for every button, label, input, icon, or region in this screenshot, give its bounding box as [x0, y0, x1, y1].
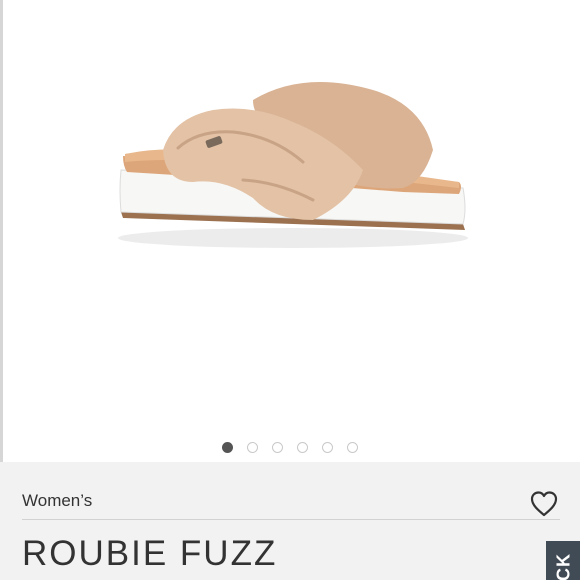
product-title: ROUBIE FUZZ	[22, 534, 278, 573]
product-category: Women’s	[22, 491, 93, 510]
product-image-gallery[interactable]	[3, 0, 580, 462]
sandal-shadow	[118, 228, 468, 248]
product-image[interactable]	[103, 70, 483, 280]
product-listing-screen: Women’s ROUBIE FUZZ CK	[0, 0, 580, 580]
divider	[22, 519, 560, 520]
pagination-dot-5[interactable]	[322, 442, 333, 453]
side-feedback-tab[interactable]: CK	[546, 541, 580, 580]
pagination-dot-4[interactable]	[297, 442, 308, 453]
pagination-dot-3[interactable]	[272, 442, 283, 453]
gallery-pagination	[0, 440, 580, 458]
pagination-dot-6[interactable]	[347, 442, 358, 453]
pagination-dot-1[interactable]	[222, 442, 233, 453]
pagination-dot-2[interactable]	[247, 442, 258, 453]
heart-icon[interactable]	[528, 488, 560, 520]
side-tab-label: CK	[553, 553, 574, 580]
